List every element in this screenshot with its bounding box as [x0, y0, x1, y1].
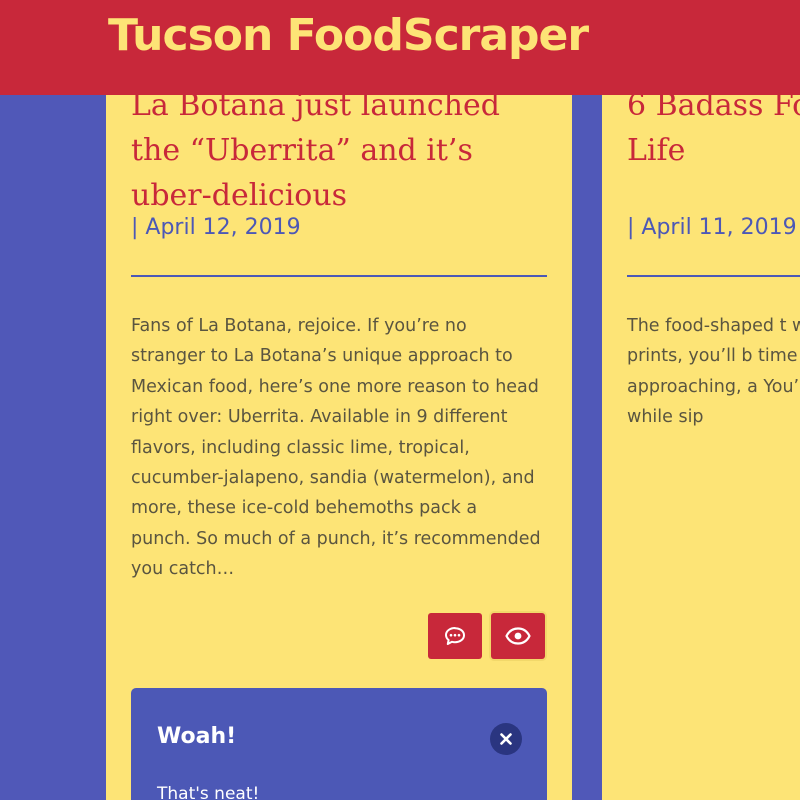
- close-icon: [500, 733, 512, 745]
- alert-notification: Woah! That's neat!: [131, 688, 547, 800]
- post-excerpt: The food-shaped t we’re all about it. F …: [627, 316, 800, 428]
- alert-close-button[interactable]: [490, 723, 522, 755]
- post-title[interactable]: La Botana just launched the “Uberrita” a…: [131, 83, 551, 218]
- site-header: Tucson FoodScraper: [0, 0, 800, 95]
- comment-button[interactable]: [428, 613, 482, 659]
- divider: [131, 275, 547, 277]
- alert-message: That's neat!: [157, 784, 260, 800]
- site-title[interactable]: Tucson FoodScraper: [108, 10, 589, 61]
- eye-icon: [505, 627, 531, 645]
- alert-title: Woah!: [157, 724, 237, 749]
- post-date: | April 12, 2019: [131, 215, 301, 240]
- view-button[interactable]: [491, 613, 545, 659]
- post-excerpt: Fans of La Botana, rejoice. If you’re no…: [131, 316, 541, 580]
- post-title[interactable]: 6 Badass Fo Things You N Life: [627, 83, 800, 173]
- post-card: 6 Badass Fo Things You N Life | April 11…: [602, 0, 800, 800]
- post-card: La Botana just launched the “Uberrita” a…: [106, 0, 572, 800]
- post-date: | April 11, 2019: [627, 215, 797, 240]
- comment-icon: [445, 627, 465, 645]
- divider: [627, 275, 800, 277]
